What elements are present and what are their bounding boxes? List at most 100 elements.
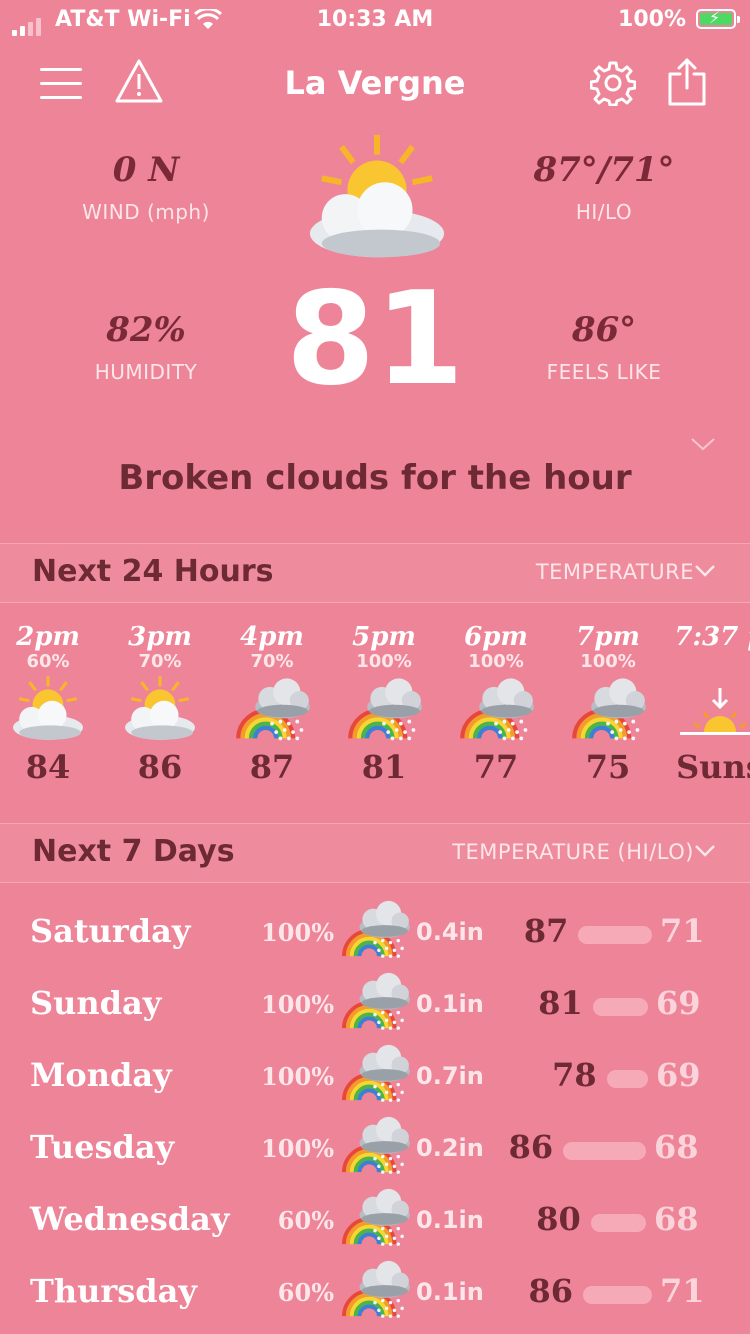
hilo-value: 87°/71° (533, 150, 675, 190)
hour-temperature: 75 (585, 748, 631, 786)
rainbow-rain-icon (344, 674, 424, 746)
day-rain-amount: 0.7in (416, 1062, 484, 1090)
day-precip-chance: 60% (277, 1206, 334, 1235)
day-rain-amount: 0.1in (416, 1278, 484, 1306)
hour-precip-chance: 100% (356, 651, 412, 672)
day-precip-chance: 60% (277, 1278, 334, 1307)
day-high-temp: 87 (523, 912, 569, 950)
hour-time: 4pm (240, 622, 304, 652)
hour-precip-chance: 100% (468, 651, 524, 672)
day-precip-chance: 100% (261, 918, 334, 947)
hour-time: 6pm (464, 622, 528, 652)
day-name: Tuesday (30, 1128, 175, 1166)
temperature-range-bar (583, 1286, 652, 1304)
day-high-temp: 80 (536, 1200, 581, 1238)
temperature-range-bar (606, 1070, 648, 1088)
day-rain-amount: 0.1in (416, 990, 484, 1018)
rainbow-rain-icon (342, 1114, 412, 1176)
day-low-temp: 68 (654, 1200, 699, 1238)
day-name: Sunday (30, 984, 162, 1022)
temperature-range-bar (563, 1142, 646, 1160)
day-precip-chance: 100% (261, 990, 334, 1019)
rainbow-rain-icon (342, 1042, 412, 1104)
hourly-item: 5pm 100% 81 (328, 622, 440, 786)
hourly-item: 3pm 70% 86 (104, 622, 216, 786)
day-name: Wednesday (30, 1200, 230, 1238)
hour-precip-chance: 60% (26, 651, 70, 672)
rainbow-rain-icon (568, 674, 648, 746)
battery-percent: 100% (618, 7, 686, 32)
hourly-item: 4pm 70% 87 (216, 622, 328, 786)
daily-row[interactable]: Wednesday 60% 0.1in 80 68 (0, 1186, 750, 1258)
day-high-temp: 86 (528, 1272, 573, 1310)
sunset-icon (680, 688, 750, 735)
hour-temperature: 87 (249, 748, 295, 786)
rainbow-rain-icon (342, 1186, 412, 1248)
hour-temperature: 77 (473, 748, 519, 786)
day-name: Monday (30, 1056, 172, 1094)
hour-precip-chance: 100% (580, 651, 636, 672)
hour-time: 7:37 p (674, 622, 750, 652)
day-low-temp: 71 (660, 912, 705, 950)
hourly-mode-selector[interactable]: TEMPERATURE (536, 560, 694, 584)
hour-precip-chance: 70% (138, 651, 182, 672)
hour-temperature: 86 (137, 748, 183, 786)
current-temperature: 81 (285, 265, 465, 414)
temperature-range-bar (578, 926, 652, 944)
hourly-item: 2pm 60% 84 (0, 622, 104, 786)
feels-like-label: FEELS LIKE (546, 360, 662, 384)
sun-cloud-icon (123, 674, 197, 742)
hour-time: 7pm (576, 622, 640, 652)
day-rain-amount: 0.4in (416, 918, 484, 946)
daily-row[interactable]: Thursday 60% 0.1in 86 71 (0, 1258, 750, 1330)
hourly-item: 6pm 100% 77 (440, 622, 552, 786)
hour-time: 3pm (128, 622, 192, 652)
hour-time: 5pm (352, 622, 416, 652)
daily-mode-selector[interactable]: TEMPERATURE (HI/LO) (452, 840, 694, 864)
daily-section-title: Next 7 Days (32, 834, 235, 869)
temperature-range-bar (592, 998, 648, 1016)
day-rain-amount: 0.2in (416, 1134, 484, 1162)
day-precip-chance: 100% (261, 1134, 334, 1163)
sun-cloud-icon (11, 674, 85, 742)
city-title[interactable]: La Vergne (0, 64, 750, 102)
day-high-temp: 78 (552, 1056, 597, 1094)
chevron-down-icon[interactable] (694, 564, 716, 578)
daily-section-header: Next 7 Days TEMPERATURE (HI/LO) (0, 823, 750, 883)
wind-label: WIND (mph) (82, 200, 210, 224)
hour-time: 2pm (16, 622, 80, 652)
battery-icon: ⚡ (696, 8, 740, 29)
humidity-label: HUMIDITY (94, 360, 198, 384)
humidity-value: 82% (106, 310, 186, 350)
hourly-item: 7:37 p Suns (664, 622, 750, 786)
temperature-range-bar (590, 1214, 646, 1232)
share-icon[interactable] (666, 56, 708, 108)
wind-value: 0 N (112, 150, 180, 190)
daily-row[interactable]: Saturday 100% 0.4in 87 71 (0, 898, 750, 970)
sun-cloud-icon (302, 130, 452, 270)
day-low-temp: 69 (656, 984, 701, 1022)
day-low-temp: 71 (660, 1272, 705, 1310)
chevron-down-icon[interactable] (694, 844, 716, 858)
condition-summary: Broken clouds for the hour (118, 458, 632, 498)
hourly-item: 7pm 100% 75 (552, 622, 664, 786)
hour-temperature: 84 (25, 748, 71, 786)
day-low-temp: 69 (656, 1056, 701, 1094)
settings-icon[interactable] (590, 60, 636, 106)
day-low-temp: 68 (654, 1128, 699, 1166)
daily-row[interactable]: Sunday 100% 0.1in 81 69 (0, 970, 750, 1042)
hour-precip-chance: 70% (250, 651, 294, 672)
hilo-label: HI/LO (575, 200, 633, 224)
feels-like-value: 86° (571, 310, 637, 350)
expand-chevron-icon[interactable] (690, 436, 716, 452)
daily-row[interactable]: Monday 100% 0.7in 78 69 (0, 1042, 750, 1114)
hour-temperature: Suns (676, 748, 750, 786)
hourly-section-header: Next 24 Hours TEMPERATURE (0, 543, 750, 603)
day-precip-chance: 100% (261, 1062, 334, 1091)
day-name: Thursday (30, 1272, 197, 1310)
hourly-section-title: Next 24 Hours (32, 554, 274, 589)
rainbow-rain-icon (342, 970, 412, 1032)
daily-row[interactable]: Tuesday 100% 0.2in 86 68 (0, 1114, 750, 1186)
day-rain-amount: 0.1in (416, 1206, 484, 1234)
rainbow-rain-icon (232, 674, 312, 746)
